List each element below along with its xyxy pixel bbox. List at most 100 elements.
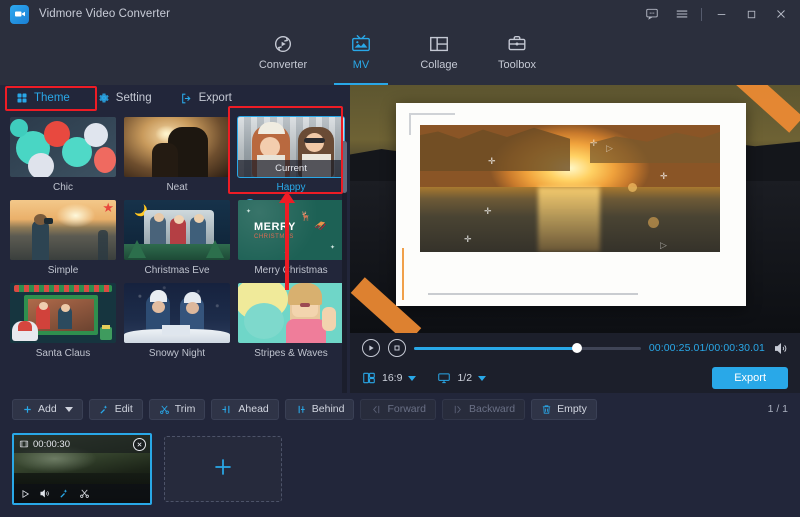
frame-decor-line-orange — [402, 248, 404, 300]
screen-scale-control[interactable]: 1/2 — [437, 371, 486, 385]
play-button[interactable] — [362, 339, 380, 357]
tab-converter-label: Converter — [259, 59, 307, 71]
volume-icon[interactable] — [39, 488, 50, 499]
theme-thumbnail: MERRY CHRISTMAS 🦌 🛷 ✦ ✦ ✦ — [238, 200, 344, 260]
subtab-theme[interactable]: Theme — [12, 89, 80, 107]
subtab-export[interactable]: Export — [176, 89, 242, 108]
edit-button[interactable]: Edit — [89, 399, 143, 420]
chevron-down-icon[interactable] — [478, 376, 486, 381]
behind-button-label: Behind — [312, 403, 345, 415]
tab-toolbox-label: Toolbox — [498, 59, 536, 71]
ahead-button-label: Ahead — [238, 403, 268, 415]
chevron-down-icon[interactable] — [65, 407, 73, 412]
tab-collage[interactable]: Collage — [400, 28, 478, 85]
theme-thumbnail — [124, 117, 230, 177]
forward-button[interactable]: Forward — [360, 399, 436, 420]
theme-name: Merry Christmas — [238, 264, 344, 277]
add-clip-button[interactable] — [164, 436, 282, 502]
plus-icon — [210, 454, 236, 485]
tab-mv[interactable]: MV — [322, 28, 400, 85]
empty-button-label: Empty — [557, 403, 587, 415]
frame-decor-line — [428, 293, 638, 295]
theme-name: Chic — [10, 181, 116, 194]
sparkle-icon: ✛ — [464, 235, 472, 244]
theme-item-happy[interactable]: Current Happy — [238, 117, 344, 194]
aspect-ratio-control[interactable]: 16:9 — [362, 371, 416, 385]
export-button[interactable]: Export — [712, 367, 788, 389]
close-circle-icon[interactable] — [133, 438, 146, 451]
timeline-clip[interactable]: 00:00:30 — [12, 433, 152, 505]
theme-name: Stripes & Waves — [238, 347, 344, 360]
minimize-icon[interactable] — [706, 0, 736, 28]
theme-name: Simple — [10, 264, 116, 277]
chevron-down-icon[interactable] — [408, 376, 416, 381]
close-icon[interactable] — [766, 0, 796, 28]
film-strip-icon — [19, 439, 29, 449]
aspect-ratio-icon — [362, 371, 376, 385]
theme-name: Snowy Night — [124, 347, 230, 360]
monitor-icon — [437, 371, 451, 385]
theme-name: Santa Claus — [10, 347, 116, 360]
scrollbar-thumb[interactable] — [342, 141, 347, 193]
theme-item-christmas-eve[interactable]: 🌙 Christmas Eve — [124, 200, 230, 277]
magic-wand-icon — [99, 404, 110, 415]
clip-list: 00:00:30 — [12, 433, 788, 505]
gear-icon — [98, 92, 110, 104]
theme-thumbnail — [124, 283, 230, 343]
empty-button[interactable]: Empty — [531, 399, 597, 420]
backward-button[interactable]: Backward — [442, 399, 525, 420]
play-icon[interactable] — [20, 489, 30, 499]
subtab-setting[interactable]: Setting — [94, 89, 162, 107]
hamburger-menu-icon[interactable] — [667, 0, 697, 28]
tab-converter[interactable]: Converter — [244, 28, 322, 85]
seek-fill — [414, 347, 577, 350]
tab-mv-label: MV — [353, 59, 370, 71]
forward-button-label: Forward — [387, 403, 426, 415]
behind-button[interactable]: Behind — [285, 399, 355, 420]
clip-tools — [14, 484, 150, 503]
theme-item-chic[interactable]: Chic — [10, 117, 116, 194]
preview-photo-frame: ✛ ✛ ✛ ✛ ✛ ▷ ▷ — [396, 103, 746, 306]
preview-photo-image: ✛ ✛ ✛ ✛ ✛ ▷ ▷ — [420, 125, 720, 252]
move-forward-icon — [370, 404, 382, 415]
edit-button-label: Edit — [115, 403, 133, 415]
trim-button[interactable]: Trim — [149, 399, 206, 420]
theme-item-santa-claus[interactable]: Santa Claus — [10, 283, 116, 360]
annotation-arrow-up — [285, 192, 289, 290]
theme-name: Neat — [124, 181, 230, 194]
clip-duration-bar: 00:00:30 — [14, 435, 150, 453]
triangle-icon: ▷ — [660, 241, 667, 250]
theme-item-simple[interactable]: ★ Simple — [10, 200, 116, 277]
backward-button-label: Backward — [469, 403, 515, 415]
magic-wand-icon[interactable] — [59, 488, 70, 499]
application-window: Vidmore Video Converter — [0, 0, 800, 517]
aspect-ratio-value: 16:9 — [382, 372, 402, 384]
seek-slider[interactable] — [414, 342, 641, 354]
tab-toolbox[interactable]: Toolbox — [478, 28, 556, 85]
video-preview[interactable]: ✛ ✛ ✛ ✛ ✛ ▷ ▷ — [350, 85, 800, 333]
screen-scale-value: 1/2 — [457, 372, 472, 384]
theme-item-snowy-night[interactable]: Snowy Night — [124, 283, 230, 360]
add-button[interactable]: Add — [12, 399, 83, 420]
triangle-icon: ▷ — [606, 144, 613, 153]
player-transport-row: 00:00:25.01/00:00:30.01 — [350, 333, 800, 363]
scissors-icon[interactable] — [79, 488, 90, 499]
title-bar: Vidmore Video Converter — [0, 0, 800, 28]
subtab-setting-label: Setting — [116, 92, 152, 104]
subtab-export-label: Export — [199, 92, 232, 104]
seek-handle[interactable] — [572, 343, 582, 353]
theme-scroll-area[interactable]: Chic Neat — [0, 111, 350, 393]
speaker-icon[interactable] — [773, 341, 788, 356]
theme-item-neat[interactable]: Neat — [124, 117, 230, 194]
stop-button[interactable] — [388, 339, 406, 357]
ahead-button[interactable]: Ahead — [211, 399, 278, 420]
add-button-label: Add — [38, 403, 57, 415]
chat-bubble-icon[interactable] — [637, 0, 667, 28]
sparkle-icon: ✛ — [660, 172, 668, 181]
theme-item-merry-christmas[interactable]: MERRY CHRISTMAS 🦌 🛷 ✦ ✦ ✦ Merry Christma… — [238, 200, 344, 277]
theme-panel-scrollbar[interactable] — [342, 141, 347, 393]
maximize-icon[interactable] — [736, 0, 766, 28]
window-controls-divider — [701, 8, 702, 21]
theme-thumbnail — [10, 283, 116, 343]
theme-item-stripes-waves[interactable]: Stripes & Waves — [238, 283, 344, 360]
